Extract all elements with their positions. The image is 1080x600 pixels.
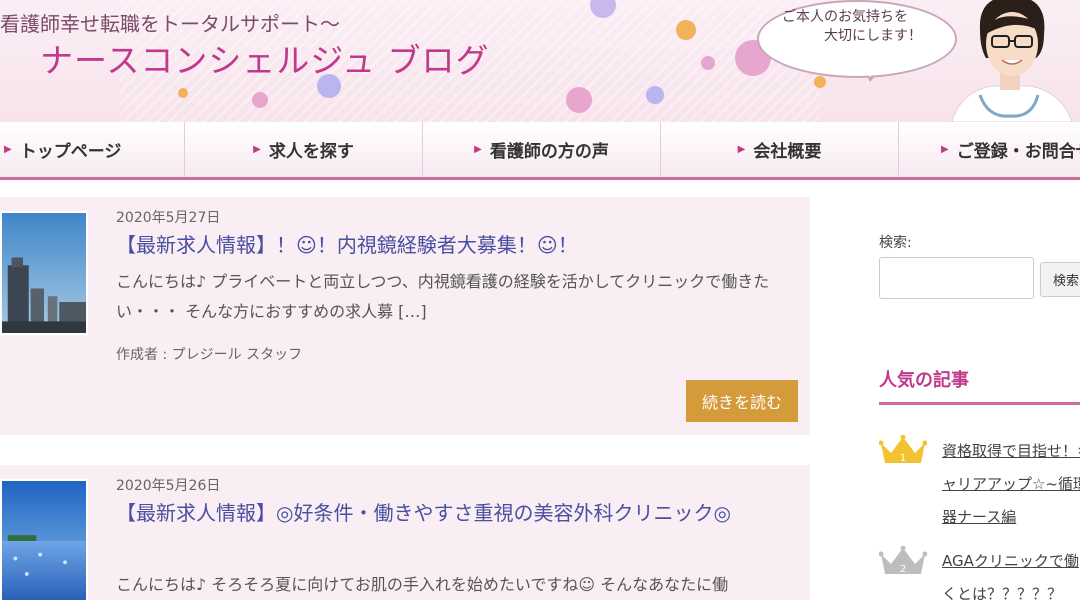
decor-dot — [646, 86, 664, 104]
speech-line-1: ご本人のお気持ちを — [782, 9, 908, 25]
post-title[interactable]: 【最新求人情報】！☺！内視鏡経験者大募集！☺！ — [116, 229, 806, 262]
post-thumbnail-flowers[interactable] — [0, 479, 88, 600]
popular-posts-title: 人気の記事 — [879, 370, 969, 391]
silver-crown-icon: 2 — [879, 546, 927, 575]
decor-dot — [566, 87, 592, 113]
post-excerpt: こんにちは♪ そろそろ夏に向けてお肌の手入れを始めたいですね☺ そんなあなたに働 — [116, 575, 729, 594]
rank-number: 1 — [900, 453, 906, 464]
chevron-right-icon: ▶ — [4, 144, 12, 155]
chevron-right-icon: ▶ — [737, 144, 746, 155]
nav-item-search-jobs[interactable]: ▶ 求人を探す — [185, 122, 423, 177]
post-card: 2020年5月26日 【最新求人情報】◎好条件・働きやすさ重視の美容外科クリニッ… — [0, 465, 810, 600]
chevron-right-icon: ▶ — [474, 144, 482, 155]
nav-item-label: 看護師の方の声 — [489, 142, 609, 162]
site-header: 看護師幸せ転職をトータルサポート～ ナースコンシェルジュ ブログ ご本人のお気持… — [0, 0, 1080, 122]
decor-dot — [676, 20, 696, 40]
rank-number: 2 — [900, 564, 906, 575]
search-input[interactable] — [879, 257, 1034, 299]
nav-item-top[interactable]: ▶ トップページ — [0, 122, 185, 177]
nav-item-label: 求人を探す — [268, 142, 354, 162]
site-tagline: 看護師幸せ転職をトータルサポート～ — [0, 12, 340, 36]
nav-item-label: ご登録・お問合せ — [956, 142, 1080, 162]
post-title[interactable]: 【最新求人情報】◎好条件・働きやすさ重視の美容外科クリニック◎ — [116, 497, 806, 530]
nav-item-voices[interactable]: ▶ 看護師の方の声 — [423, 122, 661, 177]
nav-item-label: 会社概要 — [753, 142, 822, 162]
speech-bubble-text: ご本人のお気持ちを 大切にします！ — [782, 8, 932, 46]
decor-dot — [701, 56, 715, 70]
chevron-right-icon: ▶ — [941, 144, 949, 155]
post-date: 2020年5月26日 — [116, 478, 221, 494]
post-author: 作成者 : プレジール スタッフ — [116, 347, 303, 363]
gold-crown-icon: 1 — [879, 435, 927, 464]
search-button[interactable]: 検索 — [1040, 262, 1080, 297]
nav-item-company[interactable]: ▶ 会社概要 — [661, 122, 899, 177]
read-more-button[interactable]: 続きを読む — [686, 380, 798, 422]
post-thumbnail-city[interactable] — [0, 211, 88, 335]
nurse-illustration — [951, 0, 1073, 122]
post-date: 2020年5月27日 — [116, 210, 221, 226]
chevron-right-icon: ▶ — [253, 144, 261, 155]
search-label: 検索: — [879, 235, 912, 251]
decor-dot — [178, 88, 188, 98]
post-excerpt: こんにちは♪ プライベートと両立しつつ、内視鏡看護の経験を活かしてクリニックで働… — [116, 272, 770, 321]
nav-item-label: トップページ — [19, 142, 122, 162]
popular-post-link[interactable]: AGAクリニックで働くとは？？？？？ — [942, 545, 1080, 600]
popular-post-link[interactable]: 資格取得で目指せ！キャリアアップ☆~循環器ナース編 — [942, 435, 1080, 534]
speech-bubble-tail-inner — [862, 61, 885, 77]
post-card: 2020年5月27日 【最新求人情報】！☺！内視鏡経験者大募集！☺！ こんにちは… — [0, 197, 810, 435]
decor-dot — [814, 76, 826, 88]
decor-dot — [252, 92, 268, 108]
speech-line-2: 大切にします！ — [824, 28, 922, 44]
nav-item-register[interactable]: ▶ ご登録・お問合せ — [899, 122, 1080, 177]
site-title[interactable]: ナースコンシェルジュ ブログ — [40, 34, 490, 82]
main-nav: ▶ トップページ ▶ 求人を探す ▶ 看護師の方の声 ▶ 会社概要 ▶ ご登録・… — [0, 122, 1080, 180]
popular-posts-divider — [879, 402, 1080, 405]
